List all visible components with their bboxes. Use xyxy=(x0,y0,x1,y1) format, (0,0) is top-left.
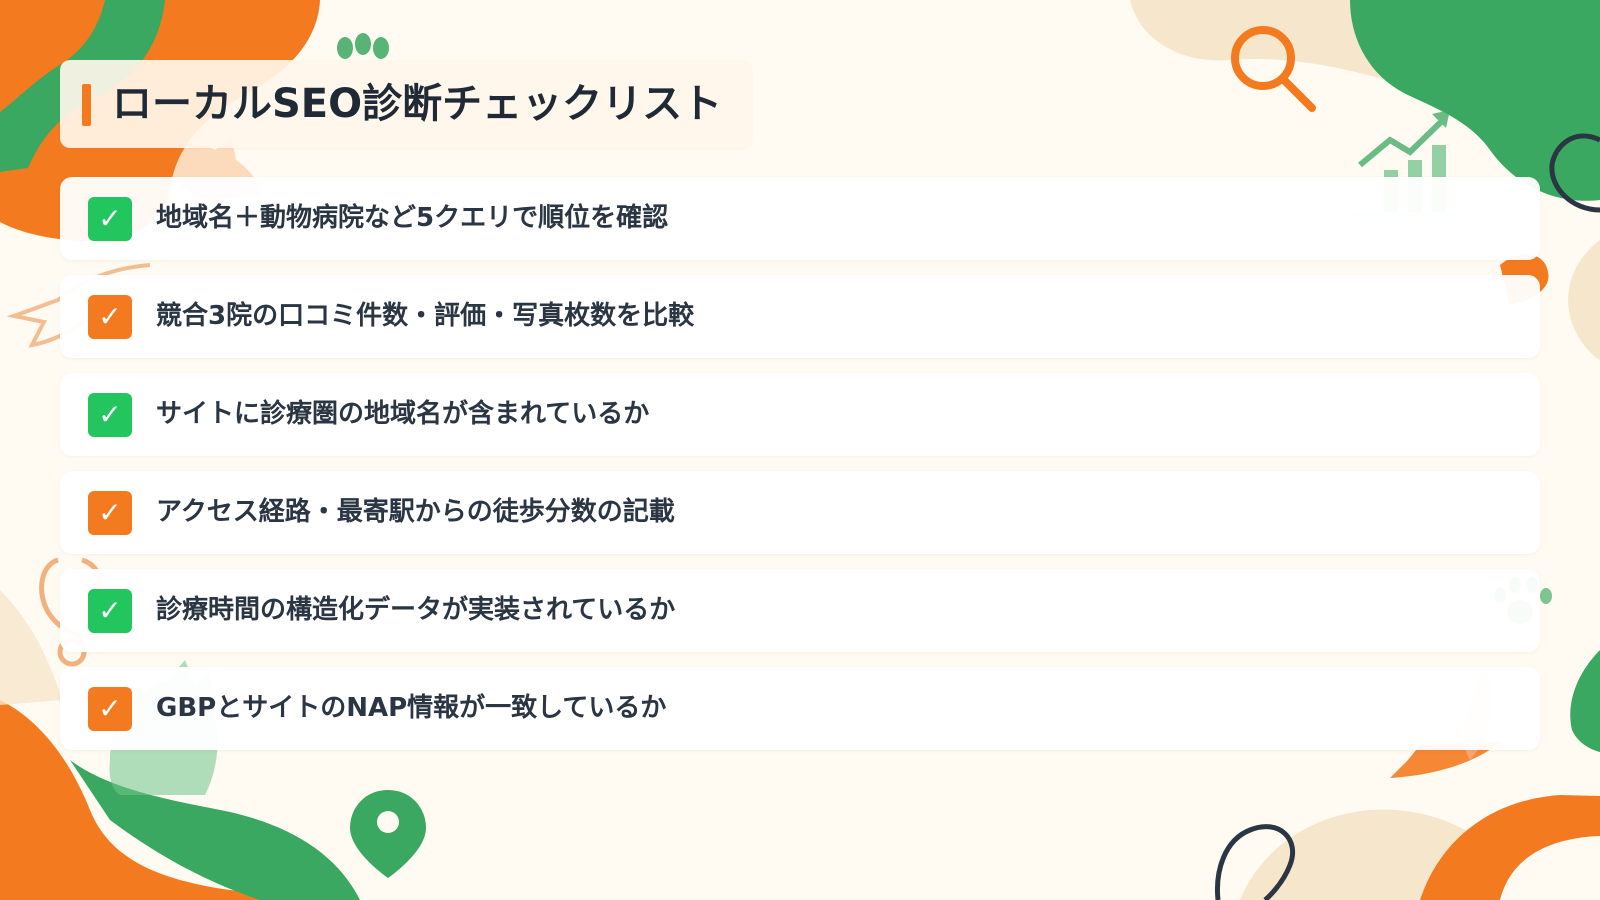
checklist-item: ✓ アクセス経路・最寄駅からの徒歩分数の記載 xyxy=(60,471,1540,554)
check-icon: ✓ xyxy=(88,393,132,437)
check-icon: ✓ xyxy=(88,687,132,731)
checklist-item-text: 地域名＋動物病院など5クエリで順位を確認 xyxy=(156,203,669,233)
checklist-item: ✓ 地域名＋動物病院など5クエリで順位を確認 xyxy=(60,177,1540,260)
check-icon: ✓ xyxy=(88,491,132,535)
checklist-item: ✓ 競合3院の口コミ件数・評価・写真枚数を比較 xyxy=(60,275,1540,358)
checklist-item-text: 競合3院の口コミ件数・評価・写真枚数を比較 xyxy=(156,301,695,331)
checklist-item: ✓ サイトに診療圏の地域名が含まれているか xyxy=(60,373,1540,456)
checklist-item-text: GBPとサイトのNAP情報が一致しているか xyxy=(156,693,667,723)
page-title: ローカルSEO診断チェックリスト xyxy=(112,81,723,127)
checklist-item-text: 診療時間の構造化データが実装されているか xyxy=(156,595,676,625)
check-icon: ✓ xyxy=(88,197,132,241)
paw-icon xyxy=(337,33,389,59)
checklist-item-text: アクセス経路・最寄駅からの徒歩分数の記載 xyxy=(156,497,675,527)
location-pin-icon xyxy=(350,790,426,878)
check-icon: ✓ xyxy=(88,295,132,339)
title-card: ローカルSEO診断チェックリスト xyxy=(60,60,752,148)
check-icon: ✓ xyxy=(88,589,132,633)
checklist-item: ✓ GBPとサイトのNAP情報が一致しているか xyxy=(60,667,1540,750)
checklist-item: ✓ 診療時間の構造化データが実装されているか xyxy=(60,569,1540,652)
checklist-item-text: サイトに診療圏の地域名が含まれているか xyxy=(156,399,650,429)
title-accent-bar xyxy=(82,84,91,126)
